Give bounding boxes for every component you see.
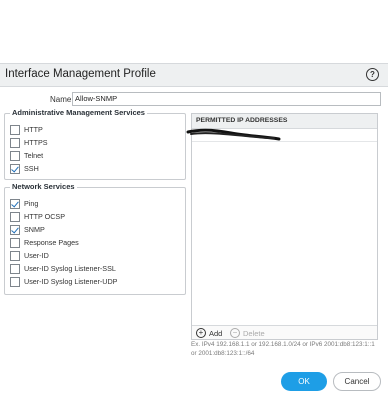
checkbox-user-id[interactable]: User-ID [10, 250, 49, 261]
http-label: HTTP [24, 125, 43, 134]
ssh-label: SSH [24, 164, 39, 173]
https-checkbox[interactable] [10, 137, 20, 148]
ssh-checkbox[interactable] [10, 163, 20, 174]
admin-services-group: Administrative Management Services HTTP … [4, 108, 186, 180]
checkbox-syslog-ssl[interactable]: User-ID Syslog Listener-SSL [10, 263, 116, 274]
http-checkbox[interactable] [10, 124, 20, 135]
checkbox-response-pages[interactable]: Response Pages [10, 237, 79, 248]
checkbox-ssh[interactable]: SSH [10, 163, 39, 174]
https-label: HTTPS [24, 138, 48, 147]
minus-icon: − [230, 328, 240, 338]
admin-services-legend: Administrative Management Services [10, 108, 147, 117]
delete-button[interactable]: − Delete [230, 328, 265, 338]
checkbox-http-ocsp[interactable]: HTTP OCSP [10, 211, 65, 222]
dialog-title: Interface Management Profile [5, 68, 156, 80]
checkbox-https[interactable]: HTTPS [10, 137, 48, 148]
redaction-scribble [186, 128, 281, 141]
checkbox-http[interactable]: HTTP [10, 124, 43, 135]
checkbox-ping[interactable]: Ping [10, 198, 38, 209]
ping-checkbox[interactable] [10, 198, 20, 209]
snmp-checkbox[interactable] [10, 224, 20, 235]
network-services-legend: Network Services [10, 182, 77, 191]
permitted-ip-footer: + Add − Delete [192, 325, 377, 339]
add-button[interactable]: + Add [196, 328, 222, 338]
plus-icon: + [196, 328, 206, 338]
response-pages-label: Response Pages [24, 238, 79, 247]
delete-label: Delete [243, 328, 265, 338]
checkbox-telnet[interactable]: Telnet [10, 150, 43, 161]
checkbox-syslog-udp[interactable]: User-ID Syslog Listener-UDP [10, 276, 117, 287]
name-label: Name [50, 95, 72, 104]
user-id-checkbox[interactable] [10, 250, 20, 261]
name-input[interactable]: Allow-SNMP [72, 92, 381, 106]
telnet-label: Telnet [24, 151, 44, 160]
ip-format-hint: Ex. IPv4 192.168.1.1 or 192.168.1.0/24 o… [191, 341, 375, 357]
add-label: Add [209, 328, 223, 338]
syslog-udp-checkbox[interactable] [10, 276, 20, 287]
syslog-udp-label: User-ID Syslog Listener-UDP [24, 277, 118, 286]
snmp-label: SNMP [24, 225, 45, 234]
syslog-ssl-checkbox[interactable] [10, 263, 20, 274]
user-id-label: User-ID [24, 251, 49, 260]
syslog-ssl-label: User-ID Syslog Listener-SSL [24, 264, 116, 273]
network-services-group: Network Services Ping HTTP OCSP SNMP Res… [4, 182, 186, 295]
ok-button[interactable]: OK [281, 372, 327, 391]
ping-label: Ping [24, 199, 39, 208]
http-ocsp-checkbox[interactable] [10, 211, 20, 222]
response-pages-checkbox[interactable] [10, 237, 20, 248]
telnet-checkbox[interactable] [10, 150, 20, 161]
cancel-button[interactable]: Cancel [333, 372, 381, 391]
http-ocsp-label: HTTP OCSP [24, 212, 66, 221]
dialog-titlebar: Interface Management Profile ? [0, 63, 388, 87]
permitted-ip-panel: PERMITTED IP ADDRESSES + Add − Delete [191, 113, 378, 340]
question-icon[interactable]: ? [366, 68, 379, 81]
checkbox-snmp[interactable]: SNMP [10, 224, 45, 235]
